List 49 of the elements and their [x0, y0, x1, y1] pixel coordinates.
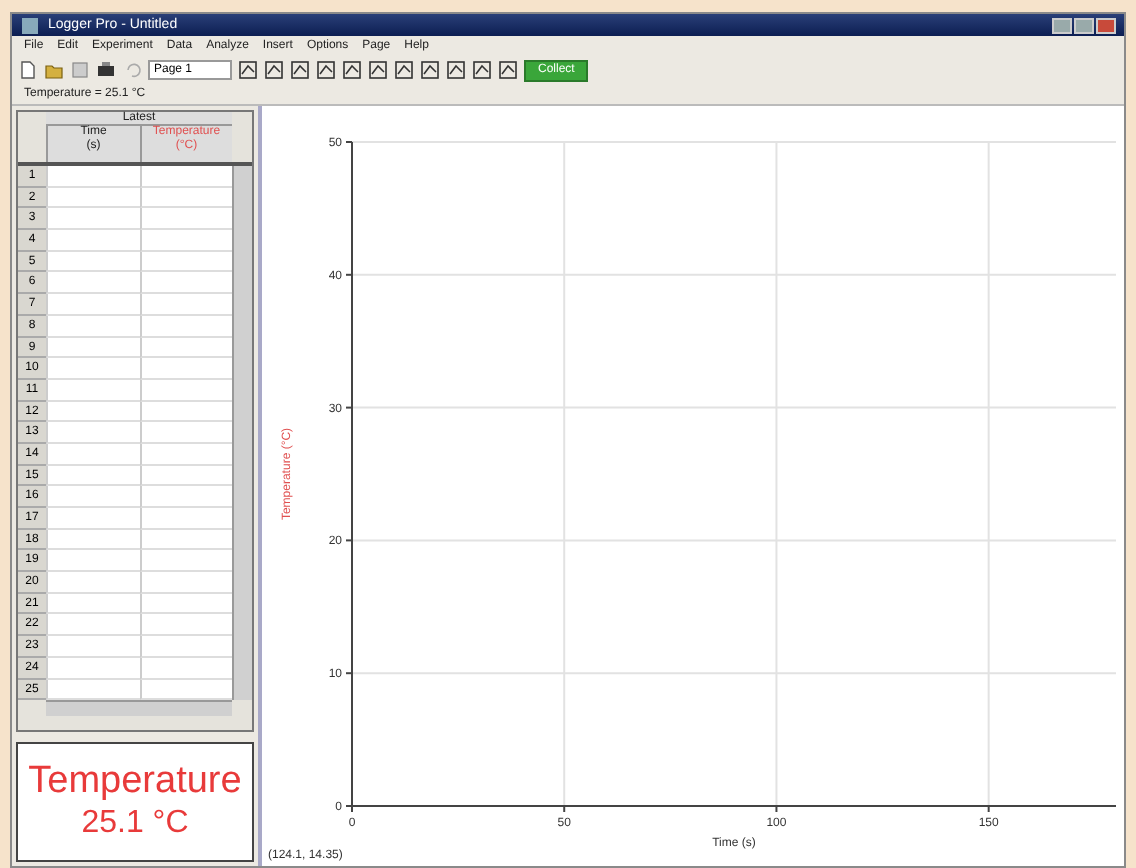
close-button[interactable] [1096, 17, 1116, 33]
table-cell[interactable] [139, 550, 232, 573]
table-cell[interactable] [139, 508, 232, 530]
table-cell[interactable] [46, 294, 139, 316]
horizontal-scrollbar[interactable] [46, 700, 232, 717]
table-cell[interactable] [139, 614, 232, 637]
table-cell[interactable] [139, 358, 232, 380]
table-cell[interactable] [46, 251, 139, 273]
minimize-button[interactable] [1052, 17, 1072, 33]
table-cell[interactable] [46, 636, 139, 658]
table-cell[interactable] [46, 614, 139, 637]
meter-value: 25.1 °C [81, 803, 189, 843]
table-cell[interactable] [46, 657, 139, 679]
table-cell[interactable] [46, 358, 139, 380]
table-cell[interactable] [139, 230, 232, 252]
table-cell[interactable] [46, 187, 139, 209]
table-cell[interactable] [46, 465, 139, 487]
table-cell[interactable] [46, 593, 139, 615]
open-folder-icon[interactable] [44, 60, 64, 80]
table-cell[interactable] [46, 166, 139, 188]
table-cell[interactable] [139, 294, 232, 316]
table-cell[interactable] [46, 230, 139, 252]
meter-label: Temperature [28, 761, 242, 804]
maximize-button[interactable] [1074, 17, 1094, 33]
table-cell[interactable] [46, 572, 139, 594]
app-icon [20, 15, 40, 35]
table-cell[interactable] [139, 422, 232, 444]
table-cell[interactable] [46, 508, 139, 530]
table-cell[interactable] [46, 679, 139, 701]
table-cell[interactable] [139, 486, 232, 508]
vertical-scrollbar[interactable] [232, 166, 252, 701]
table-cell[interactable] [46, 272, 139, 295]
table-cell[interactable] [139, 272, 232, 295]
table-cell[interactable] [46, 422, 139, 444]
table-cell[interactable] [46, 337, 139, 359]
table-cell[interactable] [139, 636, 232, 658]
table-cell[interactable] [46, 486, 139, 508]
table-cell[interactable] [46, 208, 139, 231]
table-cell[interactable] [46, 401, 139, 423]
table-cell[interactable] [46, 379, 139, 402]
table-cell[interactable] [46, 529, 139, 551]
table-cell[interactable] [139, 166, 232, 188]
table-cell[interactable] [139, 572, 232, 594]
table-cell[interactable] [46, 550, 139, 573]
print-icon[interactable] [96, 60, 116, 80]
table-cell[interactable] [139, 208, 232, 231]
table-cell[interactable] [46, 443, 139, 466]
table-cell[interactable] [46, 315, 139, 337]
new-file-icon[interactable] [18, 60, 38, 80]
